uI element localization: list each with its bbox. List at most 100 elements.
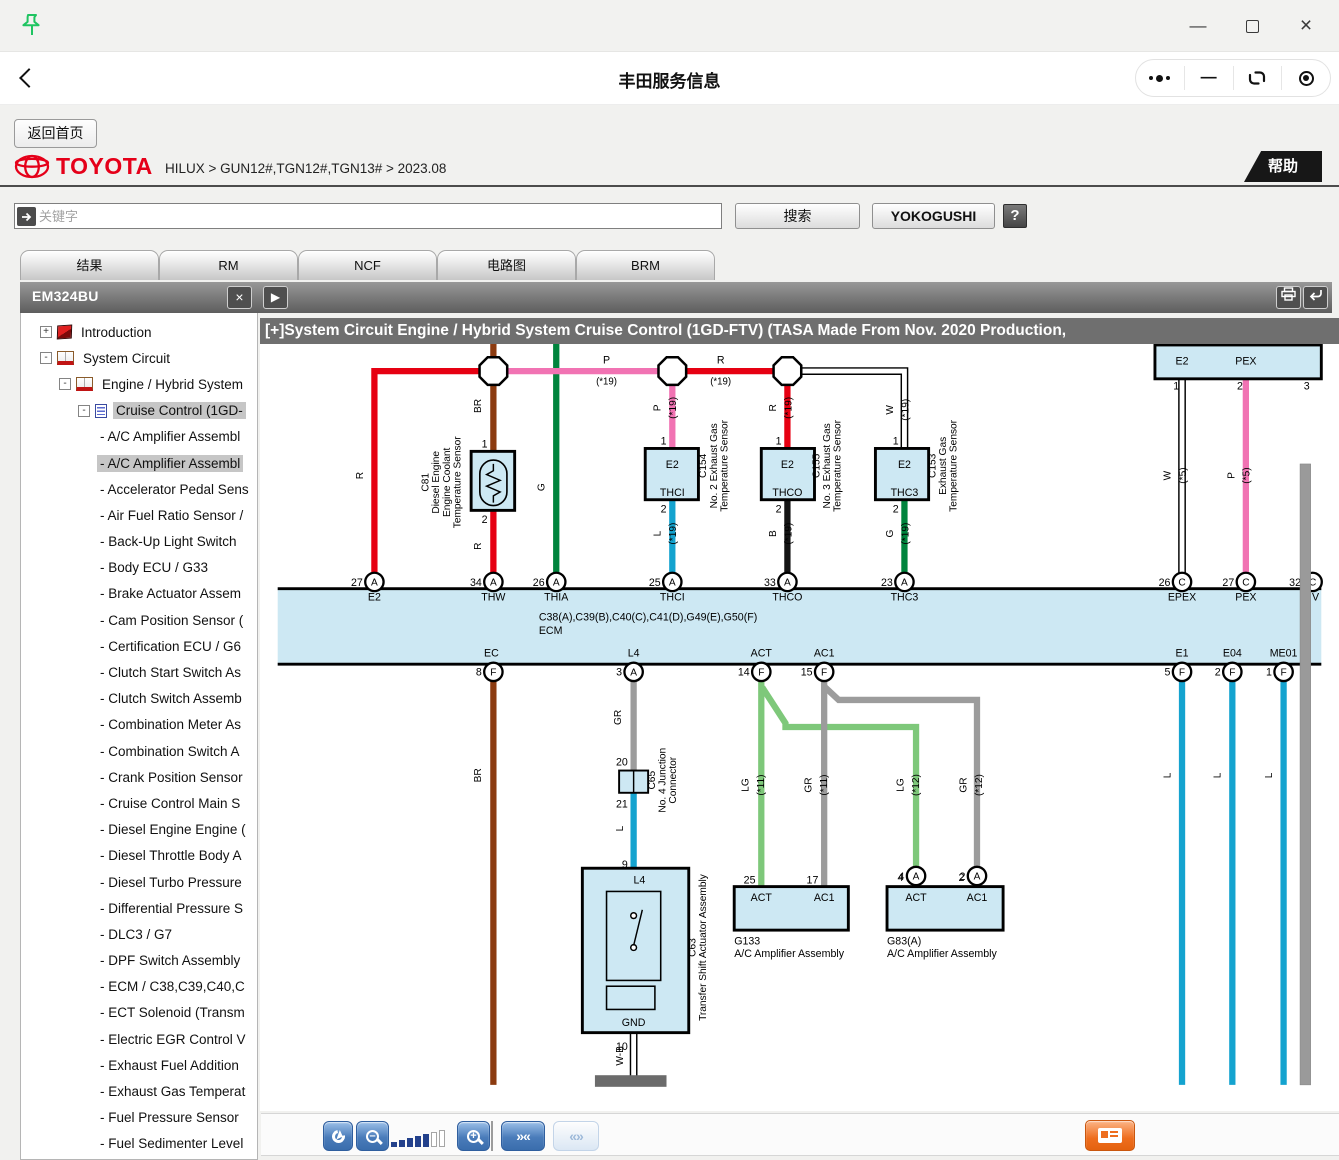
expand-icon[interactable]: + [40, 326, 52, 338]
tree-item[interactable]: - Body ECU / G33 [21, 555, 257, 581]
window-maximize-button[interactable] [1225, 16, 1279, 36]
tree-item-label: - Fuel Pressure Sensor [97, 1109, 242, 1126]
help-button[interactable]: 帮助 [1244, 151, 1322, 182]
fit-width-button[interactable]: »« [501, 1121, 545, 1151]
expand-button[interactable]: «» [553, 1121, 599, 1151]
tree-item[interactable]: - A/C Amplifier Assembl [21, 450, 257, 476]
search-help-button[interactable]: ? [1003, 204, 1027, 228]
diagram-scrollbar[interactable] [1300, 464, 1311, 1085]
tree-item[interactable]: - ECT Solenoid (Transm [21, 1000, 257, 1026]
more-button[interactable] [1136, 66, 1185, 90]
tree-item[interactable]: - Clutch Switch Assemb [21, 686, 257, 712]
wire-label: R [355, 472, 366, 479]
wire-label: L [1264, 772, 1275, 778]
diagram-label: 1 [893, 436, 899, 448]
keyword-input[interactable] [39, 204, 719, 228]
tree-item-label: - DPF Switch Assembly [97, 952, 243, 969]
diagram-label: E1 [1176, 647, 1189, 659]
tree-item[interactable]: - Clutch Start Switch As [21, 659, 257, 685]
svg-text:A: A [901, 578, 908, 589]
tab-电路图[interactable]: 电路图 [437, 250, 576, 280]
tree-item[interactable]: - DPF Switch Assembly [21, 948, 257, 974]
tree-item[interactable]: - Cam Position Sensor ( [21, 607, 257, 633]
svg-text:27: 27 [351, 577, 363, 589]
wire-label: BR [473, 399, 484, 413]
tab-NCF[interactable]: NCF [298, 250, 437, 280]
pin-icon[interactable] [20, 12, 44, 45]
collapse-icon[interactable]: - [78, 405, 90, 417]
tree-item-label: - ECT Solenoid (Transm [97, 1004, 248, 1021]
tree-item[interactable]: - Cruise Control Main S [21, 790, 257, 816]
refresh-button[interactable] [323, 1121, 353, 1151]
component-label: Engine Coolant [442, 447, 453, 517]
app-window: — × 丰田服务信息 — 返回首页 TOYOTA HILUX > GUN12#,… [0, 0, 1339, 1160]
tree-item[interactable]: - Combination Switch A [21, 738, 257, 764]
tree-item-label: - Clutch Start Switch As [97, 664, 244, 681]
yokogushi-button[interactable]: YOKOGUSHI [872, 203, 995, 229]
svg-text:8: 8 [476, 667, 482, 679]
diagram-label: 4 [898, 872, 904, 884]
window-close-button[interactable]: × [1279, 14, 1333, 38]
panel-close-button[interactable]: × [227, 286, 252, 309]
svg-text:A: A [371, 578, 378, 589]
tab-BRM[interactable]: BRM [576, 250, 715, 280]
tree-item[interactable]: - Air Fuel Ratio Sensor / [21, 502, 257, 528]
diagram-label: 2 [958, 872, 964, 884]
capsule-minimize-button[interactable]: — [1185, 66, 1234, 90]
diagram-label: EC [484, 647, 499, 659]
tree-item[interactable]: - Fuel Sedimenter Level [21, 1131, 257, 1157]
zoom-level-indicator[interactable] [391, 1125, 453, 1147]
tree-item[interactable]: - Crank Position Sensor [21, 764, 257, 790]
tree-item[interactable]: - Differential Pressure S [21, 895, 257, 921]
tree-item[interactable]: - Fuel Pressure Sensor [21, 1105, 257, 1131]
svg-text:F: F [758, 668, 764, 679]
wire-label: W-B [615, 1046, 626, 1066]
svg-text:34: 34 [470, 577, 482, 589]
float-window-button[interactable] [1234, 66, 1283, 90]
home-button[interactable]: 返回首页 [14, 119, 97, 148]
tab-RM[interactable]: RM [159, 250, 298, 280]
diagram-label: GND [622, 1017, 646, 1029]
tree-item-label: - Diesel Engine Engine ( [97, 821, 249, 838]
window-minimize-button[interactable]: — [1171, 16, 1225, 36]
tree-item[interactable]: - Accelerator Pedal Sens [21, 476, 257, 502]
zoom-in-button[interactable]: + [457, 1121, 490, 1151]
tree-item[interactable]: -Cruise Control (1GD- [21, 398, 257, 424]
tree-item[interactable]: - DLC3 / G7 [21, 921, 257, 947]
zoom-out-button[interactable]: – [356, 1121, 389, 1151]
collapse-icon[interactable]: - [40, 352, 52, 364]
svg-text:A: A [974, 872, 981, 883]
print-button[interactable] [1276, 286, 1301, 309]
wire-label: R [473, 542, 484, 549]
diagram-label: 3 [1304, 380, 1310, 392]
diagram-label: THC3 [891, 591, 919, 603]
tree-item[interactable]: - Diesel Throttle Body A [21, 843, 257, 869]
panel-expand-button[interactable]: ▶ [263, 286, 288, 309]
tree-item[interactable]: - Electric EGR Control V [21, 1026, 257, 1052]
tree-item[interactable]: -Engine / Hybrid System [21, 371, 257, 397]
tree-item[interactable]: +Introduction [21, 319, 257, 345]
diagram-label: ACT [905, 892, 927, 904]
search-button[interactable]: 搜索 [735, 203, 860, 229]
tab-结果[interactable]: 结果 [20, 250, 159, 280]
tree-item[interactable]: - Exhaust Gas Temperat [21, 1078, 257, 1104]
tree-item[interactable]: - Brake Actuator Assem [21, 581, 257, 607]
tree-item[interactable]: - Certification ECU / G6 [21, 633, 257, 659]
collapse-icon[interactable]: - [59, 378, 71, 390]
document-id: EM324BU [32, 288, 99, 304]
tree-item-label: - Cruise Control Main S [97, 795, 243, 812]
feedback-button[interactable] [1085, 1120, 1135, 1151]
tree-item[interactable]: - Exhaust Fuel Addition [21, 1052, 257, 1078]
tree-item[interactable]: -System Circuit [21, 345, 257, 371]
tree-item[interactable]: - Back-Up Light Switch [21, 529, 257, 555]
return-button[interactable] [1303, 286, 1328, 309]
toolbar-divider [491, 1121, 493, 1151]
component-label: C65 [647, 771, 658, 790]
tree-item[interactable]: - A/C Amplifier Assembl [21, 424, 257, 450]
tree-item[interactable]: - ECM / C38,C39,C40,C [21, 974, 257, 1000]
diagram-label: 2 [776, 503, 782, 515]
tree-item[interactable]: - Combination Meter As [21, 712, 257, 738]
tree-item[interactable]: - Diesel Turbo Pressure [21, 869, 257, 895]
capsule-close-button[interactable] [1282, 66, 1330, 90]
tree-item[interactable]: - Diesel Engine Engine ( [21, 817, 257, 843]
